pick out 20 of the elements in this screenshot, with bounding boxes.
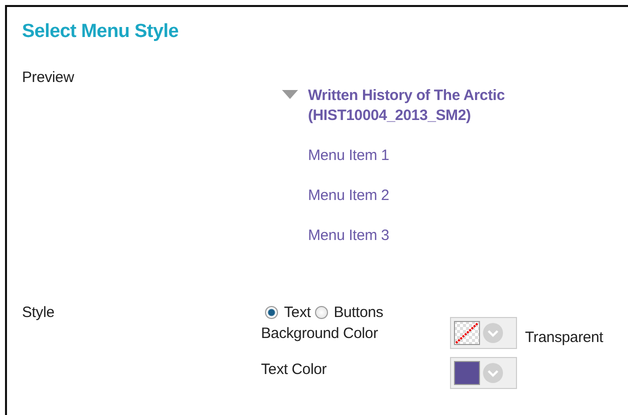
menu-title[interactable]: Written History of The Arctic (HIST10004_2013_SM2) xyxy=(308,86,598,126)
section-title: Select Menu Style xyxy=(22,21,180,43)
field-label: Style xyxy=(22,304,56,323)
chevron-down-icon xyxy=(482,362,504,384)
menu-item[interactable]: Menu Item 2 xyxy=(308,185,598,206)
menu-item[interactable]: Menu Item 3 xyxy=(308,225,598,246)
color-picker[interactable] xyxy=(450,357,517,389)
color-picker[interactable] xyxy=(450,317,517,349)
color-value: Transparent xyxy=(525,329,604,346)
menu-item[interactable]: Menu Item 1 xyxy=(308,145,598,166)
field-label: Preview xyxy=(22,69,76,88)
radio-button[interactable] xyxy=(265,306,278,319)
chevron-down-icon xyxy=(482,322,504,344)
transparent-swatch-icon xyxy=(454,321,480,345)
radio-label[interactable]: Text xyxy=(284,304,311,321)
field-label: Background Color xyxy=(261,325,379,342)
field-label: Text Color xyxy=(261,361,328,378)
triangle-icon[interactable] xyxy=(282,90,298,99)
radio-button[interactable] xyxy=(314,306,328,319)
radio-label[interactable]: Buttons xyxy=(334,304,384,321)
